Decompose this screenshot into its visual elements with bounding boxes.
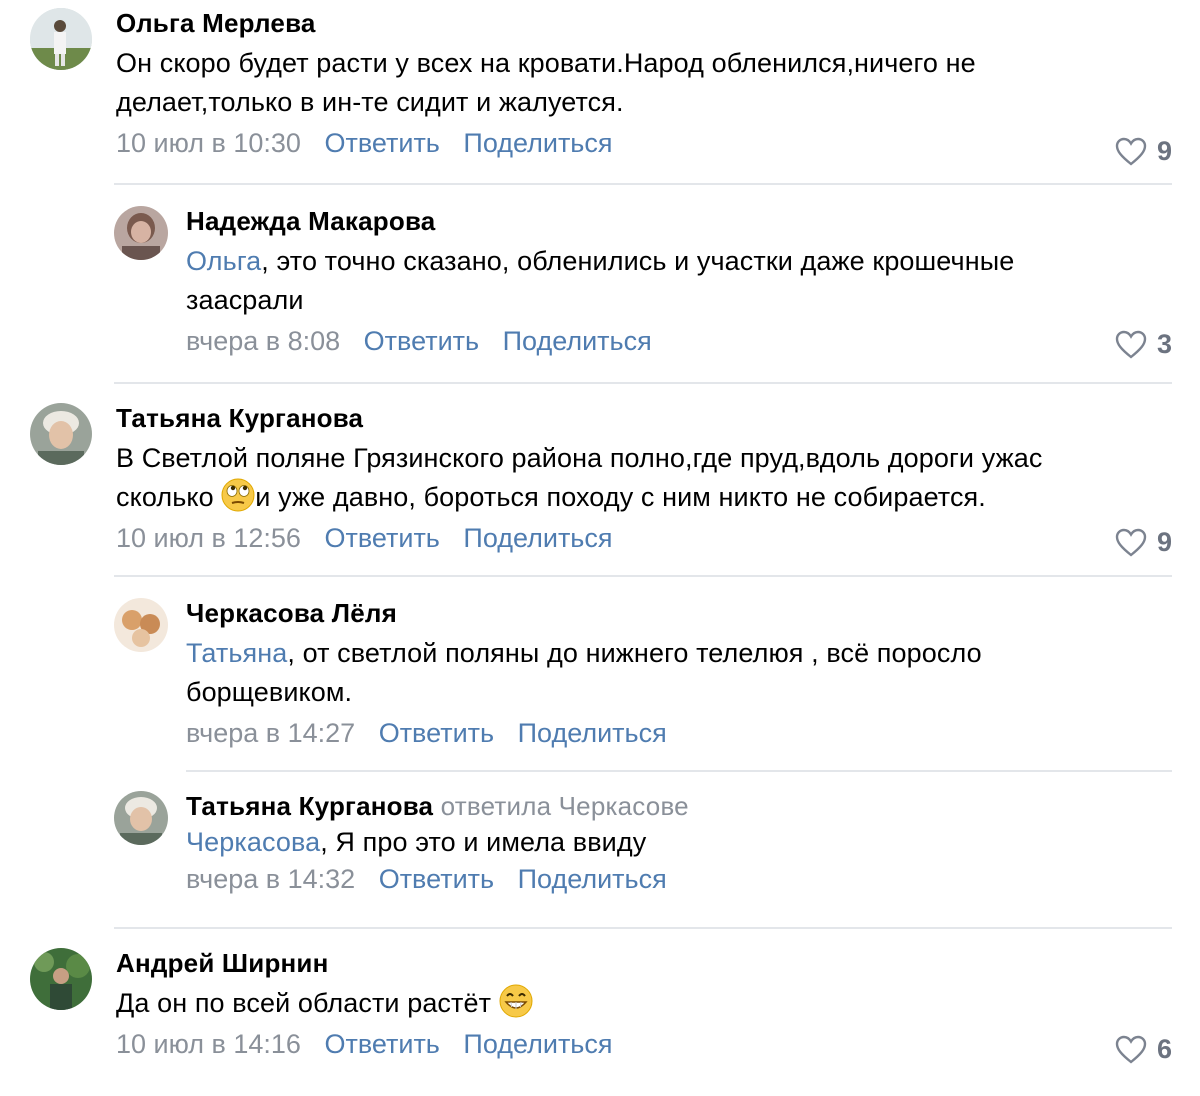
reply-button[interactable]: Ответить — [324, 523, 439, 553]
comment-tatyana-kurganova-reply: Татьяна Курганова ответила Черкасове Чер… — [114, 791, 1200, 911]
reply-button[interactable]: Ответить — [364, 326, 479, 356]
divider — [114, 382, 1172, 384]
like-count: 9 — [1156, 527, 1172, 557]
comment-date[interactable]: 10 июл в 10:30 — [116, 128, 301, 158]
comment-text-content: , Я про это и имела ввиду — [320, 827, 647, 857]
like-count: 6 — [1156, 1034, 1172, 1064]
like-count: 9 — [1156, 136, 1172, 166]
share-button[interactable]: Поделиться — [518, 864, 667, 894]
comment-text: В Светлой поляне Грязинского района полн… — [116, 439, 1126, 517]
comment-author[interactable]: Татьяна Курганова — [116, 403, 1126, 433]
comment-text: Татьяна, от светлой поляны до нижнего те… — [186, 634, 1086, 712]
like-button[interactable]: 9 — [1115, 136, 1172, 167]
comment-date[interactable]: 10 июл в 14:16 — [116, 1029, 301, 1059]
mention-link[interactable]: Татьяна — [186, 638, 287, 668]
avatar[interactable] — [114, 598, 168, 652]
comment-date[interactable]: 10 июл в 12:56 — [116, 523, 301, 553]
divider — [114, 575, 1172, 577]
comment-meta: вчера в 14:27 Ответить Поделиться — [186, 716, 1086, 750]
avatar[interactable] — [30, 8, 92, 70]
comment-author-name[interactable]: Татьяна Курганова — [186, 791, 433, 821]
reply-button[interactable]: Ответить — [324, 128, 439, 158]
reply-button[interactable]: Ответить — [379, 864, 494, 894]
share-button[interactable]: Поделиться — [463, 523, 612, 553]
comment-meta: вчера в 8:08 Ответить Поделиться — [186, 324, 1126, 358]
comment-meta: вчера в 14:32 Ответить Поделиться — [186, 862, 1086, 896]
share-button[interactable]: Поделиться — [518, 718, 667, 748]
comment-date[interactable]: вчера в 14:32 — [186, 864, 355, 894]
divider — [186, 770, 1172, 772]
comment-meta: 10 июл в 14:16 Ответить Поделиться — [116, 1027, 1126, 1061]
like-button[interactable]: 3 — [1115, 329, 1172, 360]
comment-date[interactable]: вчера в 8:08 — [186, 326, 340, 356]
comment-text: Ольга, это точно сказано, обленились и у… — [186, 242, 1126, 320]
comment-body: Ольга Мерлева Он скоро будет расти у все… — [116, 8, 1126, 160]
like-button[interactable]: 6 — [1115, 1034, 1172, 1065]
share-button[interactable]: Поделиться — [463, 128, 612, 158]
comment-text-content: , это точно сказано, обленились и участк… — [186, 246, 1015, 315]
reply-button[interactable]: Ответить — [324, 1029, 439, 1059]
heart-outline-icon — [1115, 330, 1147, 359]
divider — [114, 183, 1172, 185]
comment-tatyana-kurganova: Татьяна Курганова В Светлой поляне Грязи… — [30, 403, 1200, 573]
share-button[interactable]: Поделиться — [463, 1029, 612, 1059]
reply-button[interactable]: Ответить — [379, 718, 494, 748]
heart-outline-icon — [1115, 1035, 1147, 1064]
comment-text-content: Да он по всей области растёт — [116, 988, 499, 1018]
replied-to[interactable]: ответила Черкасове — [441, 791, 689, 821]
comment-author[interactable]: Черкасова Лёля — [186, 598, 1086, 628]
like-button[interactable]: 9 — [1115, 527, 1172, 558]
avatar[interactable] — [114, 206, 168, 260]
comment-meta: 10 июл в 10:30 Ответить Поделиться — [116, 126, 1126, 160]
comment-body: Надежда Макарова Ольга, это точно сказан… — [186, 206, 1126, 358]
comment-andrey-shirnin: Андрей Ширнин Да он по всей области раст… — [30, 948, 1200, 1078]
comment-text: Черкасова, Я про это и имела ввиду — [186, 823, 1086, 862]
comment-text: Он скоро будет расти у всех на кровати.Н… — [116, 48, 976, 117]
comment-author[interactable]: Андрей Ширнин — [116, 948, 1126, 978]
comment-body: Татьяна Курганова В Светлой поляне Грязи… — [116, 403, 1126, 555]
comment-cherkasova-lelya: Черкасова Лёля Татьяна, от светлой полян… — [114, 598, 1200, 758]
comment-text: Да он по всей области растёт — [116, 984, 1126, 1023]
comment-text-content-2: и уже давно, бороться походу с ним никто… — [255, 482, 986, 512]
avatar[interactable] — [114, 791, 168, 845]
heart-outline-icon — [1115, 528, 1147, 557]
comment-date[interactable]: вчера в 14:27 — [186, 718, 355, 748]
comment-body: Татьяна Курганова ответила Черкасове Чер… — [186, 791, 1086, 896]
comment-text-content: , от светлой поляны до нижнего телелюя ,… — [186, 638, 982, 707]
comment-author: Татьяна Курганова ответила Черкасове — [186, 791, 1086, 821]
heart-outline-icon — [1115, 137, 1147, 166]
share-button[interactable]: Поделиться — [503, 326, 652, 356]
comment-author[interactable]: Надежда Макарова — [186, 206, 1126, 236]
comment-author[interactable]: Ольга Мерлева — [116, 8, 1126, 38]
divider — [114, 927, 1172, 929]
grinning-emoji — [499, 984, 533, 1018]
like-count: 3 — [1156, 329, 1172, 359]
mention-link[interactable]: Ольга — [186, 246, 261, 276]
comment-body: Андрей Ширнин Да он по всей области раст… — [116, 948, 1126, 1061]
avatar[interactable] — [30, 948, 92, 1010]
comment-nadezhda-makarova: Надежда Макарова Ольга, это точно сказан… — [114, 206, 1200, 366]
rolling-eyes-emoji — [221, 478, 255, 512]
comment-meta: 10 июл в 12:56 Ответить Поделиться — [116, 521, 1126, 555]
comment-olga-merleva: Ольга Мерлева Он скоро будет расти у все… — [30, 8, 1200, 178]
comment-body: Черкасова Лёля Татьяна, от светлой полян… — [186, 598, 1086, 750]
avatar[interactable] — [30, 403, 92, 465]
comments-thread: Ольга Мерлева Он скоро будет расти у все… — [0, 0, 1200, 1096]
mention-link[interactable]: Черкасова — [186, 827, 320, 857]
